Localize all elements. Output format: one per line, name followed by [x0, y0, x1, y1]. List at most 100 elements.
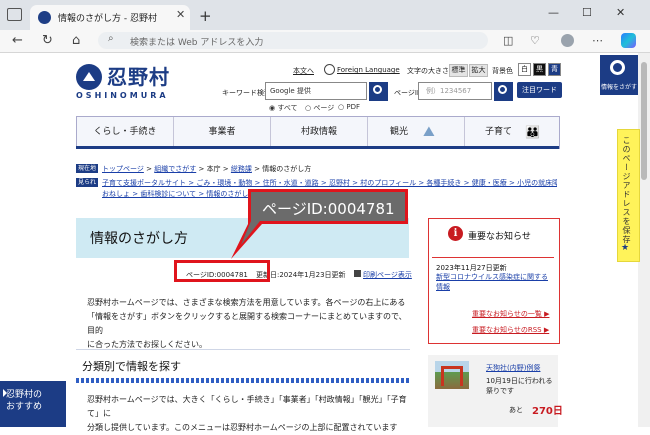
foreign-language-link[interactable]: Foreign Language: [337, 66, 400, 74]
browser-tab[interactable]: 情報のさがし方 - 忍野村 ✕: [30, 5, 190, 30]
breadcrumb-related-tag: 見られている: [76, 178, 98, 195]
section-line: 忍野村ホームページでは、大きく「くらし・手続き」「事業者」「村政情報」「観光」「…: [87, 395, 407, 418]
section-title: 分類別で情報を探す: [82, 360, 181, 373]
breadcrumb-item[interactable]: 総務課: [231, 165, 252, 173]
site-logo-text[interactable]: 忍野村: [107, 61, 170, 90]
search-icon: ⌕: [108, 33, 114, 44]
search-icon: [610, 60, 625, 75]
breadcrumb-sep: >: [198, 165, 205, 173]
print-page-link[interactable]: 印刷ページ表示: [363, 270, 412, 280]
bg-blue-button[interactable]: 青: [548, 63, 561, 76]
intro-paragraph: 忍野村ホームページでは、さまざまな検索方法を用意しています。各ページの右上にある…: [87, 296, 412, 352]
tab-title: 情報のさがし方 - 忍野村: [58, 14, 157, 24]
nav-underline: [76, 146, 559, 149]
notice-divider: [432, 257, 554, 258]
radio-page[interactable]: ○ ページ: [305, 103, 334, 113]
save-address-label: このページアドレスを保存: [622, 136, 631, 244]
nav-item-tourism[interactable]: 観光 ⛰: [368, 117, 465, 147]
nav-item-government[interactable]: 村政情報: [271, 117, 368, 147]
breadcrumb-item: 本庁: [206, 165, 221, 173]
section-divider: [76, 349, 410, 350]
intro-line: 忍野村ホームページでは、さまざまな検索方法を用意しています。各ページの右上にある: [87, 298, 406, 307]
font-large-button[interactable]: 拡大: [469, 64, 488, 77]
nav-item-business[interactable]: 事業者: [174, 117, 271, 147]
related-links-line[interactable]: おねしょ > 歯科検診について > 情報のさがし方: [102, 189, 255, 199]
site-logo-subtext: OSHINOMURA: [76, 91, 169, 100]
google-provided-label: Google 提供: [270, 87, 311, 95]
tab-close-icon[interactable]: ✕: [176, 8, 185, 21]
nav-item-childcare[interactable]: 子育て 👪: [465, 117, 558, 147]
address-placeholder: 検索または Web アドレスを入力: [130, 38, 264, 48]
keyword-search-button[interactable]: [369, 82, 388, 101]
tab-actions-icon[interactable]: [7, 8, 22, 21]
site-favicon-icon: [38, 11, 51, 24]
search-icon: [498, 85, 507, 94]
back-icon[interactable]: ←: [12, 33, 23, 48]
event-countdown-days: 270日: [532, 406, 563, 417]
event-description: 10月19日に行われる祭りです: [486, 377, 553, 395]
font-size-label: 文字の大きさ: [407, 67, 449, 75]
event-name-link[interactable]: 天狗社(内野)例祭: [486, 363, 540, 373]
search-icon: [373, 85, 382, 94]
breadcrumb-item: 情報のさがし方: [262, 165, 312, 173]
split-screen-icon[interactable]: ◫: [503, 34, 513, 47]
breadcrumb: トップページ > 組織でさがす > 本庁 > 総務課 > 情報のさがし方: [102, 164, 311, 174]
event-countdown-label: あと: [509, 406, 523, 414]
breadcrumb-item[interactable]: トップページ: [102, 165, 144, 173]
star-icon: ★: [621, 243, 630, 253]
copilot-icon[interactable]: [621, 33, 636, 48]
page-title: 情報のさがし方: [90, 231, 188, 247]
recommend-line: 忍野村の: [6, 390, 43, 400]
nav-item-living[interactable]: くらし・手続き: [77, 117, 174, 147]
refresh-icon[interactable]: ↻: [42, 33, 53, 48]
globe-icon: [324, 64, 335, 75]
notice-list-link[interactable]: 重要なお知らせの一覧 ▶: [472, 309, 549, 319]
radio-all-label: すべて: [277, 104, 298, 112]
notice-title: 重要なお知らせ: [468, 232, 531, 242]
section-underline: [76, 378, 410, 383]
window-close-icon[interactable]: ✕: [616, 6, 625, 19]
section-paragraph: 忍野村ホームページでは、大きく「くらし・手続き」「事業者」「村政情報」「観光」「…: [87, 393, 412, 435]
breadcrumb-sep: >: [254, 165, 261, 173]
more-menu-icon[interactable]: ⋯: [592, 34, 603, 47]
print-icon: [354, 270, 361, 277]
recommend-line: おすすめ: [6, 402, 43, 412]
page-id-highlight: [174, 260, 270, 282]
radio-pdf[interactable]: ○ PDF: [338, 103, 360, 111]
breadcrumb-sep: >: [146, 165, 152, 173]
minimize-icon[interactable]: —: [548, 6, 559, 19]
skip-to-content-link[interactable]: 本文へ: [293, 66, 314, 76]
nav-item-tourism-label: 観光: [390, 127, 409, 137]
notice-item-link[interactable]: 新型コロナウイルス感染症に関する情報: [436, 272, 554, 292]
intro-line: 「情報をさがす」ボタンをクリックすると展開する検索コーナーにまとめていますので、…: [87, 312, 407, 335]
bg-black-button[interactable]: 黒: [533, 63, 546, 76]
pageid-search-button[interactable]: [494, 82, 513, 101]
find-info-label: 情報をさがす: [601, 84, 638, 91]
new-tab-icon[interactable]: +: [199, 7, 212, 25]
mountain-icon: ⛰: [423, 124, 435, 140]
recommend-label: 忍野村の おすすめ: [6, 389, 66, 413]
info-icon: i: [448, 226, 463, 241]
font-standard-button[interactable]: 標準: [449, 64, 468, 77]
radio-page-label: ページ: [313, 104, 335, 112]
home-icon[interactable]: ⌂: [72, 33, 80, 48]
breadcrumb-sep: >: [222, 165, 229, 173]
radio-all[interactable]: ◉ すべて: [269, 103, 298, 113]
featured-words-button[interactable]: 注目ワード: [517, 82, 562, 98]
related-links-line[interactable]: 子育て支援ポータルサイト > ごみ・環境・動物 > 住所・水道・道路 > 忍野村…: [102, 178, 557, 188]
bg-white-button[interactable]: 白: [518, 63, 531, 76]
breadcrumb-current-tag: 現在地: [76, 164, 98, 173]
favorites-icon[interactable]: ♡: [530, 34, 540, 47]
notice-rss-link[interactable]: 重要なお知らせのRSS ▶: [472, 325, 549, 335]
pageid-placeholder: 例）1234567: [426, 87, 472, 95]
maximize-icon[interactable]: ☐: [582, 6, 592, 19]
radio-pdf-label: PDF: [346, 103, 360, 111]
breadcrumb-item[interactable]: 組織でさがす: [154, 165, 196, 173]
nav-item-childcare-label: 子育て: [485, 127, 513, 137]
callout-text: ページID:0004781: [262, 200, 395, 218]
profile-avatar[interactable]: [561, 34, 574, 47]
section-line: 分類し提供しています。このメニューは忍野村ホームページの上部に配置されています: [87, 423, 398, 432]
bg-color-label: 背景色: [492, 67, 513, 75]
keyword-search-label: キーワード検索: [222, 89, 271, 97]
scrollbar-thumb[interactable]: [641, 62, 647, 180]
